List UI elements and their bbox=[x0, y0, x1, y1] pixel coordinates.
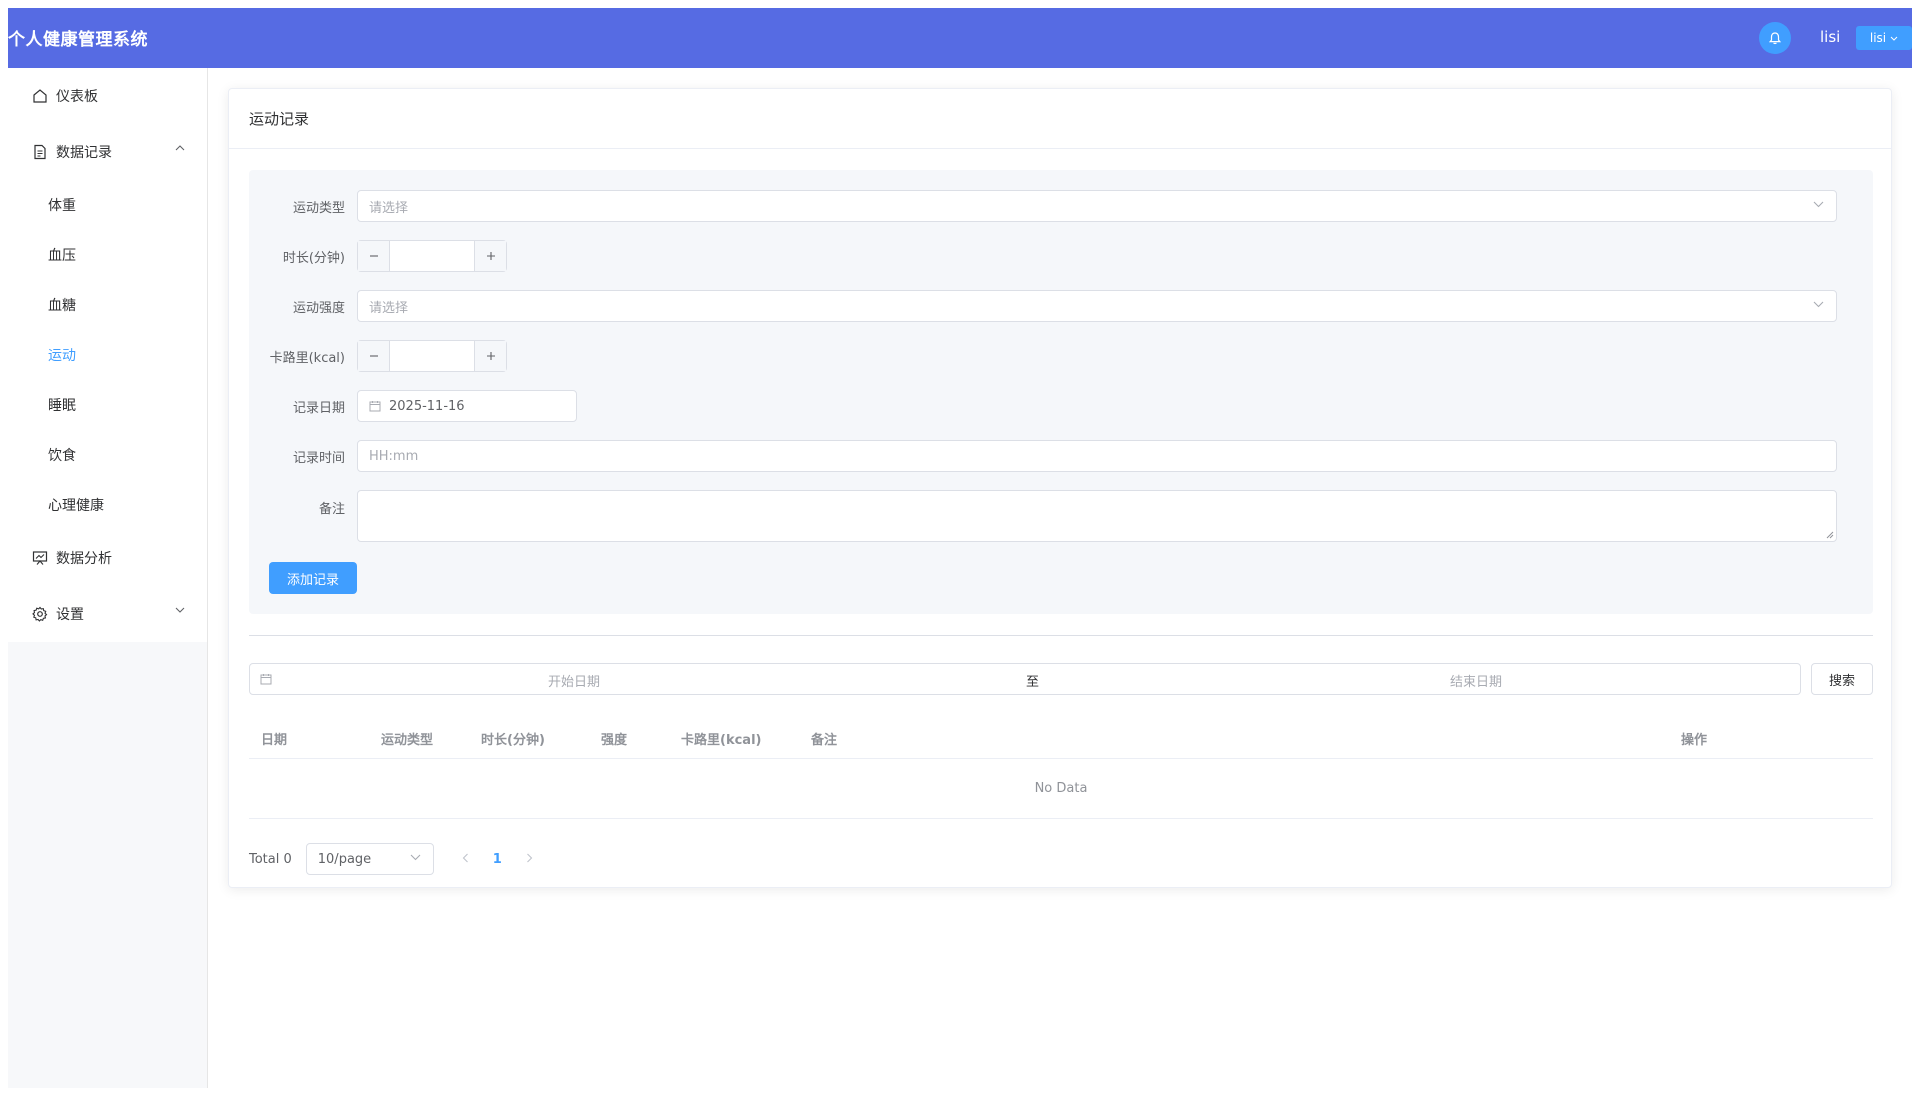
form-row-duration: 时长(分钟) bbox=[249, 240, 507, 272]
chevron-up-icon bbox=[175, 145, 185, 151]
table-header: 日期 运动类型 时长(分钟) 强度 卡路里(kcal) 备注 操作 bbox=[249, 715, 1873, 759]
select-placeholder: 请选择 bbox=[369, 300, 409, 316]
form-row-note: 备注 bbox=[249, 490, 1837, 542]
top-header: 个人健康管理系统 lisi lisi bbox=[8, 8, 1912, 68]
sidebar: 仪表板 数据记录 体重 血压 血糖 运动 睡眠 饮食 心理健康 数据分析 设置 bbox=[8, 68, 208, 1088]
increment-button[interactable] bbox=[474, 241, 506, 271]
pagination: Total 0 10/page 1 bbox=[249, 843, 533, 875]
form-row-intensity: 运动强度 请选择 bbox=[249, 290, 1837, 322]
time-label: 记录时间 bbox=[292, 450, 345, 466]
note-label: 备注 bbox=[318, 502, 345, 517]
calories-label: 卡路里(kcal) bbox=[269, 350, 345, 366]
home-icon bbox=[32, 88, 48, 104]
duration-stepper[interactable] bbox=[357, 240, 507, 272]
form-row-time: 记录时间 HH:mm bbox=[249, 440, 1837, 472]
end-date-placeholder[interactable]: 结束日期 bbox=[1450, 671, 1502, 690]
app-title: 个人健康管理系统 bbox=[8, 30, 148, 50]
exercise-type-select[interactable]: 请选择 bbox=[357, 190, 1837, 222]
note-textarea[interactable] bbox=[357, 490, 1837, 542]
sidebar-subitem-mental-health[interactable]: 心理健康 bbox=[8, 480, 207, 530]
increment-button[interactable] bbox=[474, 341, 506, 371]
form-row-calories: 卡路里(kcal) bbox=[249, 340, 507, 372]
next-page-icon[interactable] bbox=[526, 852, 533, 867]
select-placeholder: 请选择 bbox=[369, 200, 409, 216]
decrement-button[interactable] bbox=[358, 341, 390, 371]
sidebar-item-data-records[interactable]: 数据记录 bbox=[8, 124, 207, 180]
column-header-duration: 时长(分钟) bbox=[481, 733, 545, 748]
date-range-picker[interactable]: 开始日期 至 结束日期 bbox=[249, 663, 1801, 695]
pagination-total: Total 0 bbox=[249, 851, 292, 867]
form-row-type: 运动类型 请选择 bbox=[249, 190, 1837, 222]
sidebar-item-settings[interactable]: 设置 bbox=[8, 586, 207, 642]
chevron-down-icon bbox=[175, 607, 185, 613]
intensity-label: 运动强度 bbox=[292, 300, 345, 316]
table-empty-state: No Data bbox=[249, 759, 1873, 819]
chevron-down-icon bbox=[1813, 201, 1824, 208]
sidebar-subitem-blood-sugar[interactable]: 血糖 bbox=[8, 280, 207, 330]
type-label: 运动类型 bbox=[292, 200, 345, 216]
minus-icon bbox=[369, 355, 378, 357]
duration-input[interactable] bbox=[390, 241, 474, 271]
records-table: 日期 运动类型 时长(分钟) 强度 卡路里(kcal) 备注 操作 No Dat… bbox=[249, 715, 1873, 819]
user-dropdown-button[interactable]: lisi bbox=[1856, 26, 1912, 50]
chevron-down-icon bbox=[410, 854, 421, 861]
sidebar-item-label: 仪表板 bbox=[56, 89, 98, 105]
start-date-placeholder[interactable]: 开始日期 bbox=[250, 671, 600, 690]
gear-icon bbox=[32, 606, 48, 622]
chevron-down-icon bbox=[1813, 301, 1824, 308]
page-number[interactable]: 1 bbox=[493, 852, 502, 867]
exercise-record-card: 运动记录 运动类型 请选择 时长(分钟) 运动强度 请选择 卡路里(kcal) … bbox=[228, 88, 1892, 888]
plus-icon bbox=[486, 252, 495, 260]
section-divider bbox=[249, 635, 1873, 636]
column-header-intensity: 强度 bbox=[601, 733, 628, 748]
prev-page-icon[interactable] bbox=[462, 852, 469, 867]
date-label: 记录日期 bbox=[292, 400, 345, 416]
intensity-select[interactable]: 请选择 bbox=[357, 290, 1837, 322]
column-header-calories: 卡路里(kcal) bbox=[681, 733, 762, 748]
add-record-button[interactable]: 添加记录 bbox=[269, 562, 357, 594]
resize-grip-icon[interactable] bbox=[1826, 531, 1834, 539]
plus-icon bbox=[486, 352, 495, 360]
sidebar-subitem-blood-pressure[interactable]: 血压 bbox=[8, 230, 207, 280]
sidebar-subitem-weight[interactable]: 体重 bbox=[8, 180, 207, 230]
search-button[interactable]: 搜索 bbox=[1811, 663, 1873, 695]
duration-label: 时长(分钟) bbox=[282, 250, 345, 266]
user-name: lisi bbox=[1820, 28, 1841, 46]
record-date-picker[interactable]: 2025-11-16 bbox=[357, 390, 577, 422]
sidebar-item-data-analysis[interactable]: 数据分析 bbox=[8, 530, 207, 586]
range-separator: 至 bbox=[1026, 675, 1040, 690]
sidebar-subitem-diet[interactable]: 饮食 bbox=[8, 430, 207, 480]
page-size-value: 10/page bbox=[317, 851, 372, 867]
column-header-date: 日期 bbox=[261, 733, 288, 748]
calories-input[interactable] bbox=[390, 341, 474, 371]
calories-stepper[interactable] bbox=[357, 340, 507, 372]
sidebar-item-label: 数据分析 bbox=[56, 551, 112, 567]
sidebar-item-label: 设置 bbox=[56, 607, 84, 623]
card-title: 运动记录 bbox=[249, 110, 310, 128]
sidebar-subitem-exercise[interactable]: 运动 bbox=[8, 330, 207, 380]
calendar-icon bbox=[369, 401, 381, 412]
decrement-button[interactable] bbox=[358, 241, 390, 271]
page-size-select[interactable]: 10/page bbox=[305, 843, 434, 875]
column-header-type: 运动类型 bbox=[381, 733, 434, 748]
time-placeholder: HH:mm bbox=[369, 448, 419, 464]
chart-board-icon bbox=[32, 550, 48, 566]
sidebar-menu: 仪表板 数据记录 体重 血压 血糖 运动 睡眠 饮食 心理健康 数据分析 设置 bbox=[8, 68, 207, 642]
sidebar-item-label: 数据记录 bbox=[56, 145, 112, 161]
user-dropdown-label: lisi bbox=[1869, 31, 1887, 45]
sidebar-item-dashboard[interactable]: 仪表板 bbox=[8, 68, 207, 124]
app-window: 个人健康管理系统 lisi lisi 仪表板 数据记录 体重 血压 血糖 运动 … bbox=[8, 8, 1912, 1088]
column-header-note: 备注 bbox=[811, 733, 838, 748]
chevron-down-icon bbox=[1890, 36, 1898, 41]
document-icon bbox=[32, 144, 48, 160]
notification-bell-icon[interactable] bbox=[1759, 22, 1791, 54]
sidebar-subitem-sleep[interactable]: 睡眠 bbox=[8, 380, 207, 430]
minus-icon bbox=[369, 255, 378, 257]
exercise-form: 运动类型 请选择 时长(分钟) 运动强度 请选择 卡路里(kcal) 记录日期 … bbox=[249, 170, 1873, 614]
card-header: 运动记录 bbox=[229, 89, 1891, 149]
date-value: 2025-11-16 bbox=[389, 398, 465, 414]
column-header-actions: 操作 bbox=[1681, 733, 1708, 748]
form-row-date: 记录日期 2025-11-16 bbox=[249, 390, 577, 422]
record-time-input[interactable]: HH:mm bbox=[357, 440, 1837, 472]
